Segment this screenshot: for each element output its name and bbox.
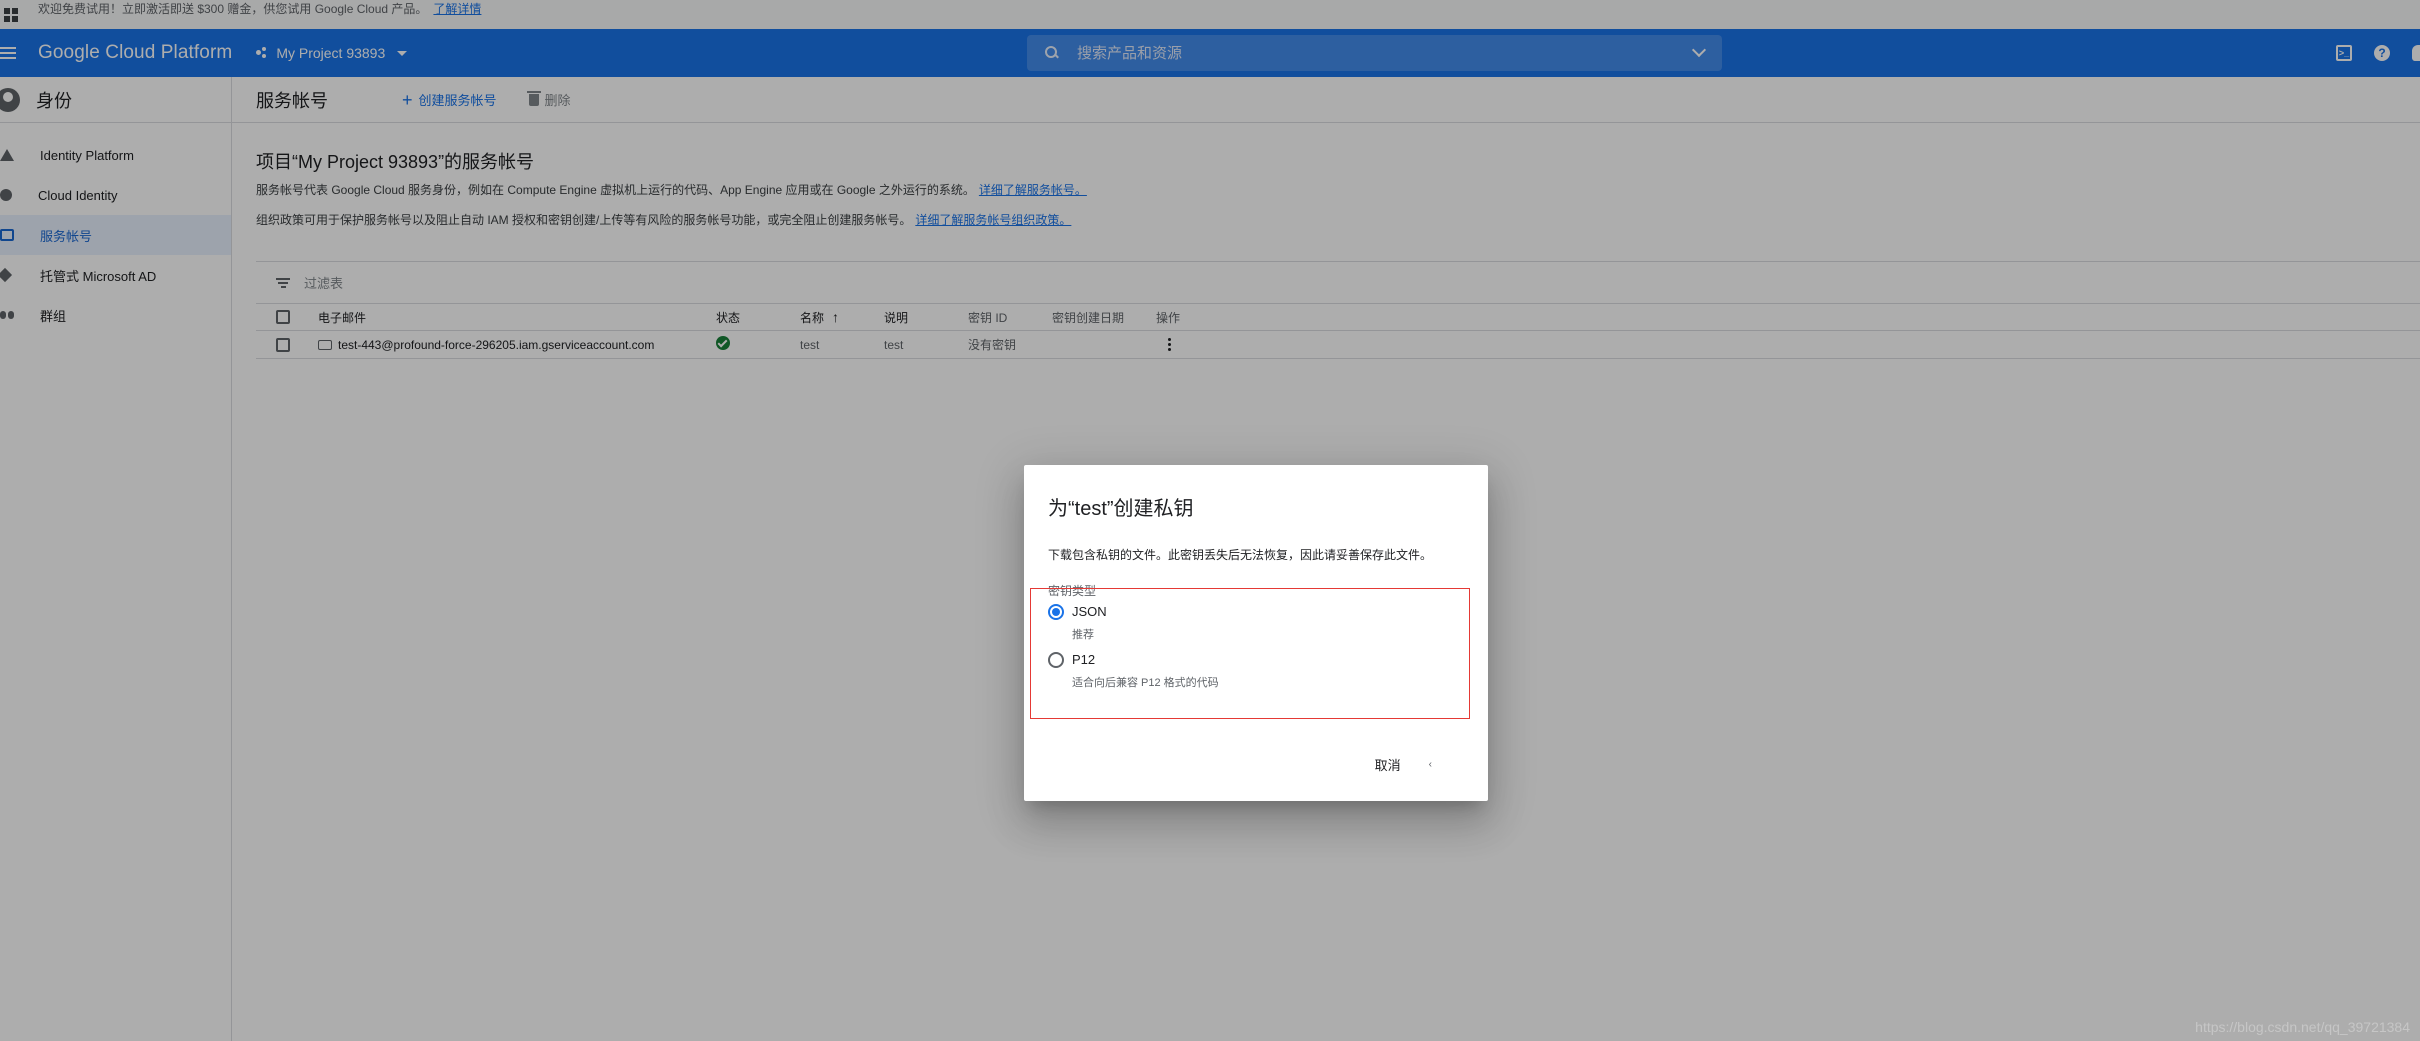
- radio-p12-sublabel: 适合向后兼容 P12 格式的代码: [1072, 677, 1219, 689]
- key-type-option-p12[interactable]: P12 适合向后兼容 P12 格式的代码: [1048, 652, 1219, 690]
- create-private-key-dialog: 为“test”创建私钥 下载包含私钥的文件。此密钥丢失后无法恢复，因此请妥善保存…: [1024, 465, 1488, 801]
- key-type-option-json[interactable]: JSON 推荐: [1048, 604, 1107, 642]
- dialog-title: 为“test”创建私钥: [1048, 498, 1194, 520]
- watermark-text: https://blog.csdn.net/qq_39721384: [2195, 1019, 2410, 1035]
- radio-json-label: JSON: [1072, 604, 1107, 619]
- radio-json-sublabel: 推荐: [1072, 629, 1094, 641]
- radio-p12-label: P12: [1072, 652, 1096, 667]
- cancel-button[interactable]: 取消: [1375, 755, 1401, 774]
- radio-p12[interactable]: [1048, 652, 1064, 668]
- dialog-actions: 取消 ‹: [1375, 755, 1432, 774]
- radio-p12-text: P12 适合向后兼容 P12 格式的代码: [1072, 652, 1219, 690]
- create-button[interactable]: ‹: [1429, 759, 1432, 770]
- dialog-description: 下载包含私钥的文件。此密钥丢失后无法恢复，因此请妥善保存此文件。: [1048, 548, 1433, 562]
- radio-json-text: JSON 推荐: [1072, 604, 1107, 642]
- radio-json[interactable]: [1048, 604, 1064, 620]
